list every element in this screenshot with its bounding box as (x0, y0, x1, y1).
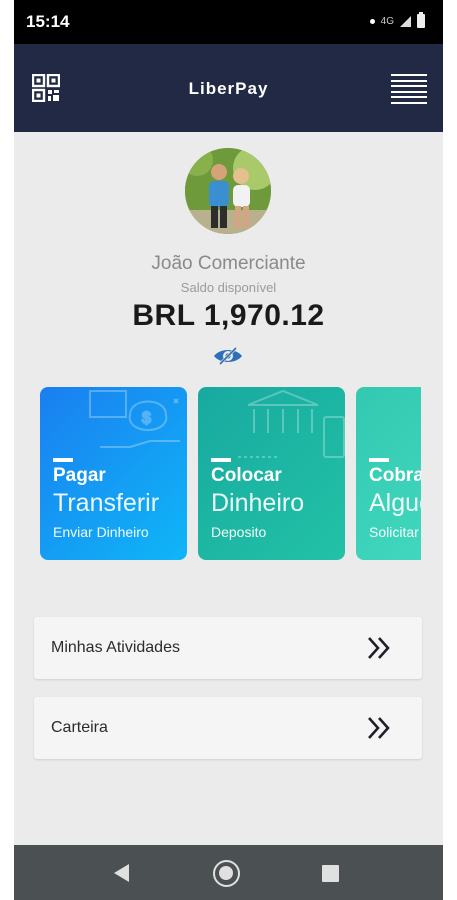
double-chevron-right-icon (368, 637, 390, 659)
status-bar: 15:14 4G (14, 0, 443, 44)
avatar[interactable] (185, 148, 271, 234)
battery-icon (417, 12, 425, 28)
recent-apps-icon[interactable] (322, 865, 339, 882)
card-cobrar-alguem[interactable]: Cobrar Alguém Solicitar (356, 387, 421, 560)
notification-dot-icon (369, 18, 375, 24)
card-action: Transferir (53, 489, 160, 517)
home-icon[interactable] (213, 860, 240, 887)
card-subtitle: Enviar Dinheiro (53, 524, 149, 540)
status-icons: 4G (369, 12, 425, 28)
user-name: João Comerciante (151, 253, 306, 274)
card-action: Alguém (369, 489, 421, 517)
card-pagar-transferir[interactable]: $ Pagar Transferir Enviar Dinheiro (40, 387, 187, 560)
card-action: Dinheiro (211, 489, 305, 517)
signal-icon (400, 15, 411, 27)
phone-screen: 15:14 4G LiberPay João Comerciante Saldo… (14, 0, 443, 900)
balance-label: Saldo disponível (180, 280, 277, 295)
card-title: Colocar (211, 465, 282, 486)
card-title: Pagar (53, 465, 106, 486)
status-time: 15:14 (26, 12, 70, 31)
list-item-carteira[interactable]: Carteira (34, 697, 422, 759)
double-chevron-right-icon (368, 717, 390, 739)
list-item-label: Carteira (51, 719, 108, 736)
system-nav-bar (14, 845, 443, 900)
money-bag-hand-icon: $ (89, 390, 180, 448)
svg-text:$: $ (142, 410, 151, 427)
eye-hidden-icon[interactable] (212, 346, 244, 366)
balance-value: BRL 1,970.12 (132, 299, 325, 332)
action-cards-carousel[interactable]: $ Pagar Transferir Enviar Dinheiro Coloc… (40, 387, 421, 562)
list-item-label: Minhas Atividades (51, 639, 180, 656)
hamburger-menu-icon[interactable] (391, 74, 427, 104)
app-bar: LiberPay (14, 44, 443, 132)
app-title: LiberPay (188, 79, 269, 98)
list-item-minhas-atividades[interactable]: Minhas Atividades (34, 617, 422, 679)
card-colocar-dinheiro[interactable]: Colocar Dinheiro Deposito (198, 387, 345, 560)
card-title: Cobrar (369, 465, 421, 486)
network-type: 4G (380, 15, 394, 27)
card-subtitle: Solicitar (369, 524, 419, 540)
card-subtitle: Deposito (211, 524, 267, 540)
bank-building-icon (238, 389, 345, 458)
back-icon[interactable] (114, 864, 129, 882)
